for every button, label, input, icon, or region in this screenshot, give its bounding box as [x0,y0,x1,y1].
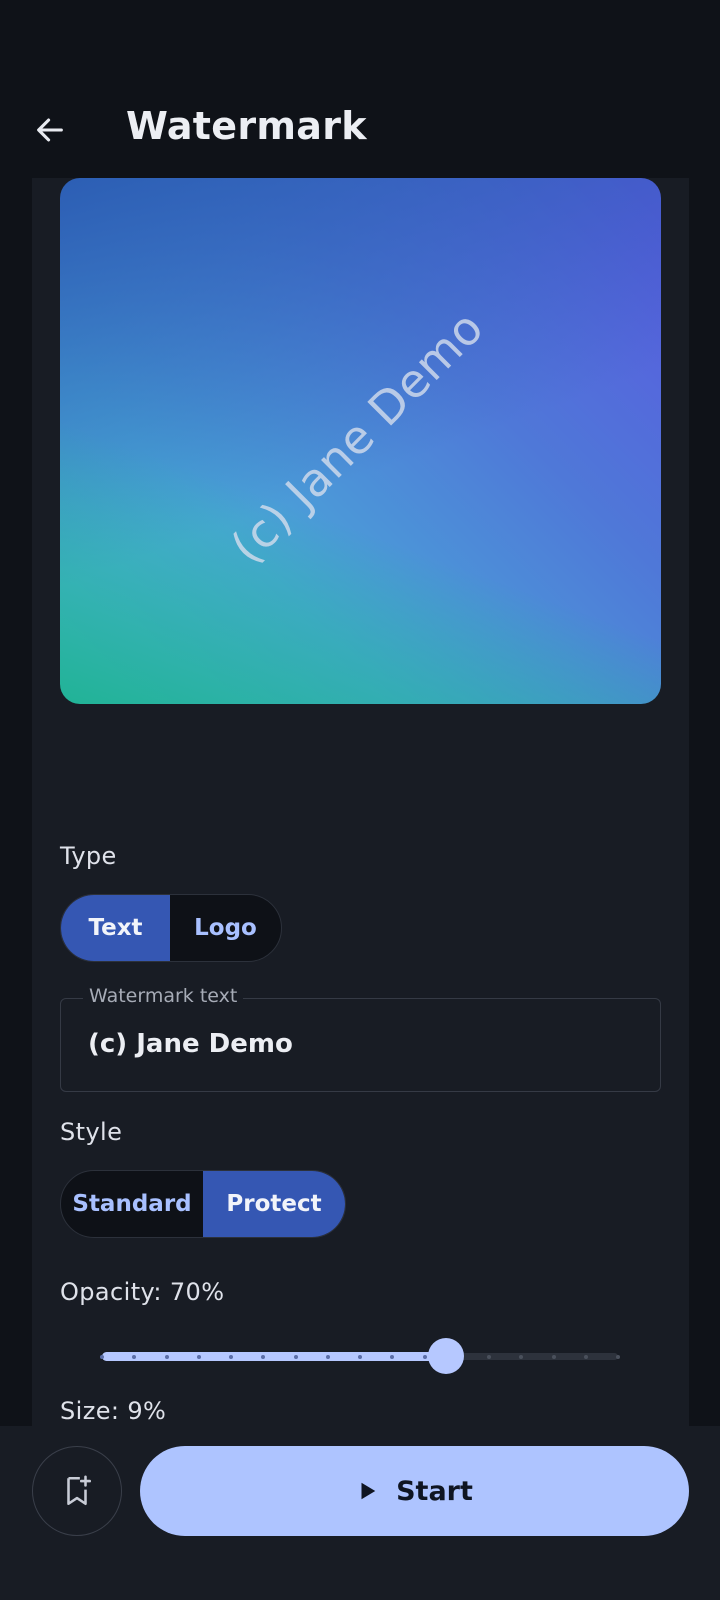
slider-tick [261,1355,265,1359]
type-segmented-control: Text Logo [60,894,282,962]
back-button[interactable] [28,108,72,152]
size-label: Size: 9% [60,1397,167,1425]
arrow-left-icon [37,118,63,142]
style-option-protect[interactable]: Protect [203,1171,345,1237]
watermark-preview: (c) Jane Demo [60,178,661,704]
bookmark-add-icon [67,1475,92,1506]
slider-tick [552,1355,556,1359]
slider-tick [165,1355,169,1359]
slider-tick [616,1355,620,1359]
style-label: Style [60,1118,123,1146]
type-option-text[interactable]: Text [61,895,171,961]
opacity-slider-inactive-track [446,1353,618,1360]
start-button-label: Start [396,1475,473,1507]
slider-tick [584,1355,588,1359]
slider-tick [390,1355,394,1359]
opacity-slider[interactable] [100,1336,620,1376]
style-option-standard[interactable]: Standard [61,1171,203,1237]
watermark-text-field[interactable]: Watermark text (c) Jane Demo [60,985,661,1092]
watermark-text-input[interactable]: (c) Jane Demo [88,1029,293,1059]
slider-tick [100,1355,104,1359]
slider-tick [294,1355,298,1359]
opacity-slider-thumb[interactable] [428,1338,464,1374]
slider-tick [326,1355,330,1359]
preview-watermark-text: (c) Jane Demo [219,300,494,574]
slider-tick [487,1355,491,1359]
slider-tick [132,1355,136,1359]
opacity-label: Opacity: 70% [60,1278,225,1306]
type-label: Type [60,842,117,870]
slider-tick [197,1355,201,1359]
save-preset-button[interactable] [32,1446,122,1536]
watermark-text-label: Watermark text [83,985,244,1007]
slider-tick [229,1355,233,1359]
style-segmented-control: Standard Protect [60,1170,346,1238]
slider-tick [358,1355,362,1359]
type-option-logo[interactable]: Logo [170,895,281,961]
slider-tick [423,1355,427,1359]
opacity-slider-active-track [102,1352,446,1361]
app-bar: Watermark [0,0,720,178]
page-title: Watermark [126,104,367,148]
slider-tick [519,1355,523,1359]
start-button[interactable]: Start [140,1446,689,1536]
play-icon [361,1482,376,1500]
